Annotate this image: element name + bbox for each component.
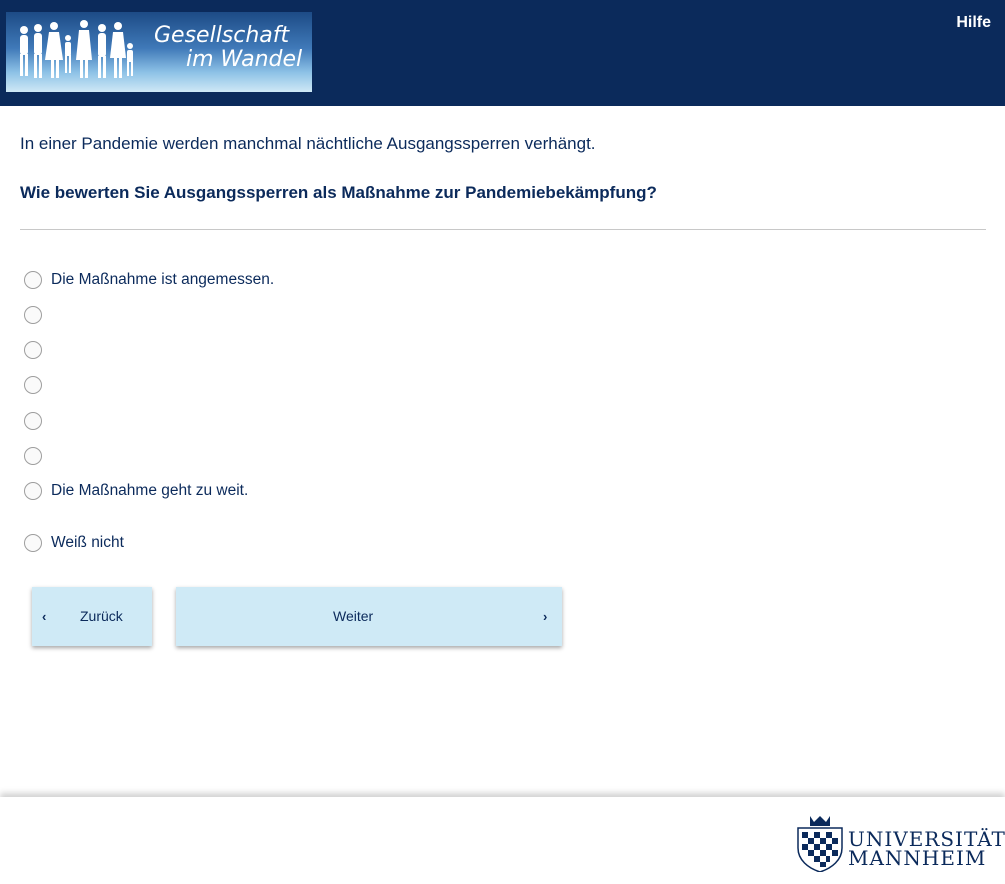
radio-button[interactable] xyxy=(24,376,42,394)
answer-option-7[interactable]: Die Maßnahme geht zu weit. xyxy=(24,479,248,503)
chevron-right-icon: › xyxy=(543,609,548,624)
answer-option-dont-know[interactable]: Weiß nicht xyxy=(24,531,124,555)
answer-option-5[interactable] xyxy=(24,409,51,433)
answer-option-6[interactable] xyxy=(24,444,51,468)
radio-button[interactable] xyxy=(24,482,42,500)
university-crest-icon xyxy=(797,816,843,872)
answer-option-label: Weiß nicht xyxy=(51,534,124,551)
logo-title-line1: Gesellschaft xyxy=(154,23,290,48)
answer-option-2[interactable] xyxy=(24,303,51,327)
radio-button[interactable] xyxy=(24,306,42,324)
university-name-line2: MANNHEIM xyxy=(848,846,987,870)
next-button[interactable]: Weiter › xyxy=(176,587,562,646)
university-mannheim-logo: UNIVERSITÄT MANNHEIM xyxy=(794,814,1005,874)
gesellschaft-im-wandel-logo: Gesellschaft im Wandel xyxy=(6,12,312,92)
answer-option-label: Die Maßnahme geht zu weit. xyxy=(51,482,249,499)
help-link[interactable]: Hilfe xyxy=(956,14,991,32)
radio-button[interactable] xyxy=(24,271,42,289)
radio-button[interactable] xyxy=(24,447,42,465)
answer-option-4[interactable] xyxy=(24,373,51,397)
radio-button[interactable] xyxy=(24,534,42,552)
header-bar: Gesellschaft im Wandel Hilfe xyxy=(0,0,1005,106)
answer-option-label: Die Maßnahme ist angemessen. xyxy=(51,271,275,288)
footer: UNIVERSITÄT MANNHEIM xyxy=(0,797,1005,884)
back-button[interactable]: ‹ Zurück xyxy=(32,587,152,646)
people-silhouettes-icon xyxy=(20,20,133,78)
answer-option-3[interactable] xyxy=(24,338,51,362)
question-intro-text: In einer Pandemie werden manchmal nächtl… xyxy=(20,134,596,153)
radio-button[interactable] xyxy=(24,412,42,430)
logo-title-line2: im Wandel xyxy=(186,47,303,72)
chevron-left-icon: ‹ xyxy=(42,609,47,624)
back-button-label: Zurück xyxy=(80,608,123,624)
next-button-label: Weiter xyxy=(333,608,374,624)
answer-option-1[interactable]: Die Maßnahme ist angemessen. xyxy=(24,268,274,292)
radio-button[interactable] xyxy=(24,341,42,359)
divider xyxy=(20,229,986,230)
question-text: Wie bewerten Sie Ausgangssperren als Maß… xyxy=(20,183,657,202)
